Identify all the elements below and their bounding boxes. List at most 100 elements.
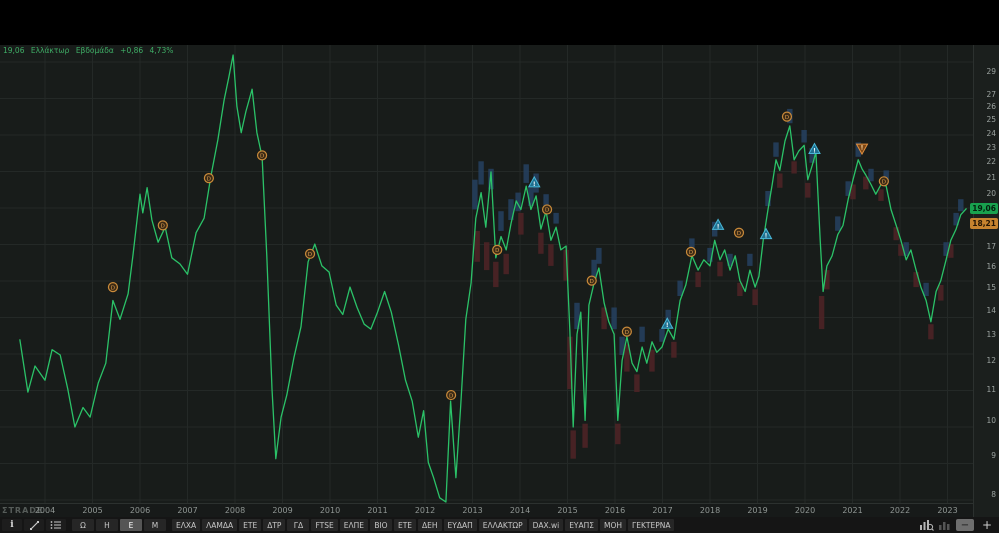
symbol-button[interactable]: ΕΛΠΕ: [339, 519, 368, 531]
svg-text:D: D: [207, 176, 211, 182]
svg-text:D: D: [882, 179, 886, 185]
event-marker[interactable]: !: [759, 227, 773, 240]
down-range-bar: [878, 189, 884, 201]
svg-text:D: D: [545, 208, 549, 214]
year-tick-label: 2008: [224, 506, 246, 515]
trading-app-window: D D D D D D D D D D D D D D!!!!!! 19,06 Ελλάκτωρ Εβδο…: [0, 0, 999, 533]
dividend-marker[interactable]: D: [492, 244, 503, 255]
dividend-marker[interactable]: D: [733, 227, 745, 238]
year-tick-label: 2009: [272, 506, 293, 515]
symbol-button[interactable]: ΒΙΟ: [369, 519, 392, 531]
price-tick-label: 29: [986, 66, 996, 76]
symbol-button[interactable]: ΛΑΜΔΑ: [202, 519, 238, 531]
svg-text:D: D: [590, 279, 594, 285]
symbol-button[interactable]: ΕΥΔΑΠ: [443, 519, 477, 531]
watchlist-button[interactable]: [46, 519, 66, 531]
up-range-bar: [747, 253, 753, 266]
down-range-bar: [518, 212, 524, 235]
legend-change: +0,86: [120, 46, 144, 55]
symbol-button[interactable]: ΕΤΕ: [239, 519, 262, 531]
down-range-bar: [649, 349, 655, 372]
down-range-bar: [503, 253, 509, 275]
down-range-bar: [474, 230, 480, 262]
dividend-marker[interactable]: D: [685, 246, 697, 257]
zoom-out-button[interactable]: −: [956, 519, 974, 531]
pencil-icon: [29, 520, 39, 530]
symbol-list: ΕΛΧΑ ΛΑΜΔΑ ΕΤΕ ΔΤΡ ΓΔ FTSE ΕΛΠΕ ΒΙΟ ΕΤΕ ΔΕΗ ΕΥΔΑΠ Ε…: [172, 519, 675, 531]
timeframe-button-Ε[interactable]: Ε: [120, 519, 142, 531]
year-tick-label: 2023: [937, 506, 958, 515]
symbol-button[interactable]: ΔΕΗ: [418, 519, 442, 531]
dividend-marker[interactable]: D: [878, 176, 889, 187]
up-range-bar: [498, 211, 504, 231]
svg-text:D: D: [737, 231, 741, 237]
symbol-button[interactable]: ΓΕΚΤΕΡΝΑ: [628, 519, 675, 531]
info-button[interactable]: i: [2, 519, 22, 531]
symbol-button[interactable]: ΕΤΕ: [393, 519, 417, 531]
price-tick-label: 11: [986, 385, 996, 395]
down-range-bar: [805, 182, 811, 198]
dividend-marker[interactable]: D: [107, 282, 119, 293]
event-marker[interactable]: !: [660, 317, 674, 329]
top-black-bar: [0, 0, 999, 45]
down-range-bar: [493, 261, 499, 288]
year-tick-label: 2005: [82, 506, 103, 515]
dividend-marker[interactable]: D: [157, 220, 168, 231]
price-chart-svg[interactable]: D D D D D D D D D D D D D D!!!!!!: [0, 45, 973, 503]
price-tick-label: 23: [986, 142, 996, 152]
year-tick-label: 2016: [604, 506, 626, 515]
dividend-marker[interactable]: D: [203, 173, 214, 184]
time-axis[interactable]: ΣTRADE 2004 2005 2006 2007 2008 2009 2010 2011 2…: [0, 503, 973, 517]
price-tick-label: 9: [991, 450, 996, 460]
svg-text:D: D: [495, 248, 499, 254]
timeframe-button-Η[interactable]: Η: [96, 519, 118, 531]
info-icon: i: [10, 520, 14, 530]
down-range-bar: [818, 296, 825, 330]
timeframe-button-Μ[interactable]: Μ: [144, 519, 166, 531]
zoom-in-button[interactable]: +: [978, 518, 996, 532]
dividend-marker[interactable]: D: [446, 389, 457, 401]
symbol-button[interactable]: ΕΛΛΑΚΤΩΡ: [478, 519, 527, 531]
year-tick-label: 2018: [699, 506, 721, 515]
up-range-bar: [835, 216, 841, 231]
range-bars: [472, 108, 964, 459]
svg-text:D: D: [308, 252, 312, 258]
year-tick-label: 2013: [462, 506, 483, 515]
down-range-bar: [582, 423, 588, 448]
price-tick-label: 12: [986, 356, 996, 366]
symbol-button[interactable]: FTSE: [311, 519, 338, 531]
bar-chart-icon[interactable]: [938, 519, 952, 531]
list-icon: [50, 521, 61, 529]
dividend-marker[interactable]: D: [586, 275, 597, 286]
symbol-button[interactable]: ΓΔ: [287, 519, 310, 531]
year-tick-label: 2015: [557, 506, 578, 515]
svg-text:D: D: [260, 154, 264, 160]
symbol-button[interactable]: ΕΥΑΠΣ: [565, 519, 599, 531]
down-range-bar: [913, 272, 919, 288]
symbol-button[interactable]: ΕΛΧΑ: [172, 519, 201, 531]
down-range-bar: [893, 227, 899, 241]
year-tick-label: 2011: [367, 506, 388, 515]
dividend-marker[interactable]: D: [256, 150, 268, 161]
down-range-bar: [484, 242, 490, 271]
svg-text:!: !: [765, 233, 768, 240]
symbol-button[interactable]: DAX.wi: [528, 519, 564, 531]
chart-area[interactable]: D D D D D D D D D D D D D D!!!!!! 19,06 Ελλάκτωρ Εβδο…: [0, 45, 973, 503]
auto-fit-chart-icon[interactable]: [919, 519, 934, 531]
price-axis[interactable]: 19,06 18,21 29 27 26 25 24 23 22 21 20 17 16 15 14 13…: [970, 45, 999, 517]
dividend-marker[interactable]: D: [304, 248, 316, 259]
svg-text:!: !: [861, 145, 864, 152]
down-range-bar: [695, 272, 701, 288]
dividend-marker[interactable]: D: [541, 204, 553, 215]
year-tick-label: 2007: [177, 506, 198, 515]
legend-change-pct: 4,73%: [149, 46, 174, 55]
symbol-button[interactable]: ΔΤΡ: [263, 519, 286, 531]
draw-line-button[interactable]: [24, 519, 44, 531]
dividend-marker[interactable]: D: [781, 111, 793, 122]
dividend-marker[interactable]: D: [621, 326, 632, 337]
down-range-bar: [634, 374, 640, 392]
symbol-button[interactable]: ΜΟΗ: [600, 519, 627, 531]
chart-markers: D D D D D D D D D D D D D D!!!!!!: [107, 111, 889, 401]
up-range-bar: [801, 130, 807, 143]
timeframe-button-Ω[interactable]: Ω: [72, 519, 94, 531]
